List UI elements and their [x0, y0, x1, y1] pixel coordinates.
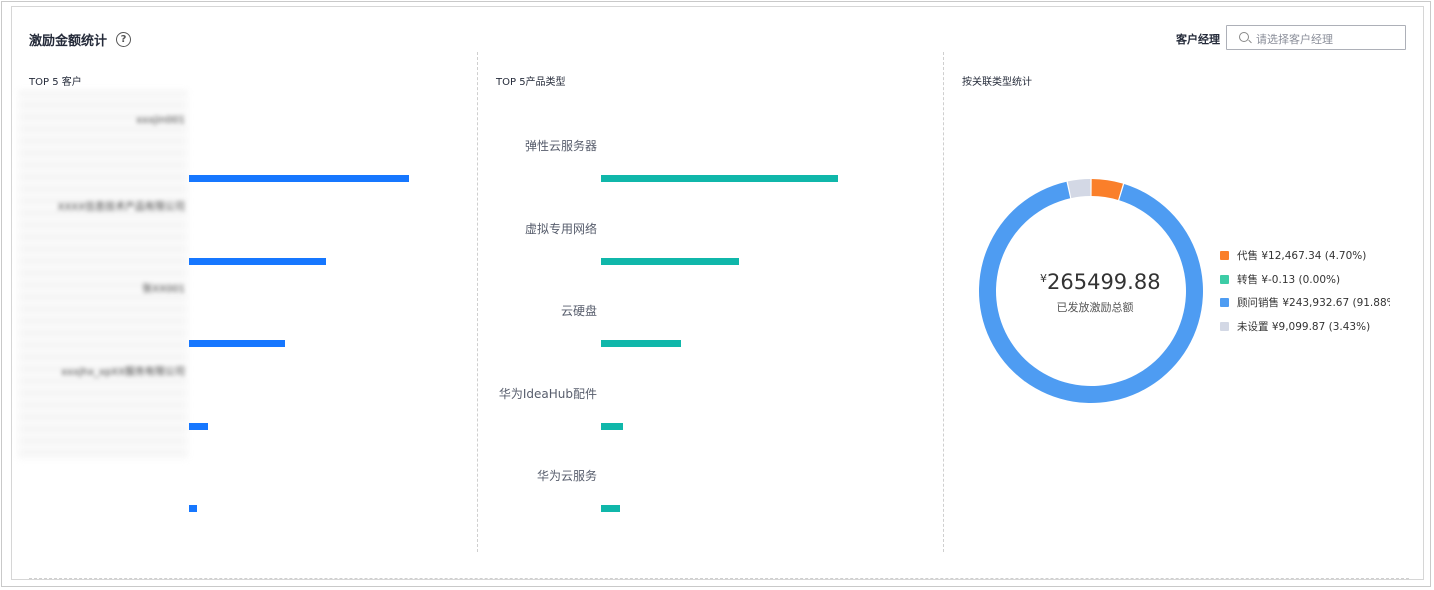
customer-bar[interactable]	[189, 422, 208, 430]
customer-bar[interactable]	[189, 257, 326, 265]
legend-item[interactable]: 未设置 ¥9,099.87 (3.43%)	[1220, 315, 1390, 339]
product-bar[interactable]	[601, 175, 839, 182]
donut-slice[interactable]	[1091, 179, 1123, 200]
divider	[477, 52, 478, 552]
total-amount: ¥265499.88	[1040, 270, 1161, 294]
total-label: 已发放激励总额	[1056, 301, 1134, 314]
customer-label: xxxjin001	[136, 115, 185, 126]
customer-label: 张XX001	[142, 284, 185, 295]
incentive-card	[11, 6, 1424, 580]
product-label: 华为云服务	[536, 469, 597, 483]
total-currency: ¥	[1040, 272, 1047, 285]
manager-label: 客户经理	[1176, 33, 1220, 46]
legend-swatch	[1220, 274, 1229, 284]
manager-placeholder: 请选择客户经理	[1256, 33, 1333, 46]
card-title: 激励金额统计	[29, 34, 108, 49]
relation-title: 按关联类型统计	[962, 77, 1032, 88]
legend-item[interactable]: 转售 ¥-0.13 (0.00%)	[1220, 268, 1390, 292]
legend-text: 未设置 ¥9,099.87 (3.43%)	[1237, 320, 1371, 333]
divider	[29, 578, 1409, 579]
product-bar[interactable]	[601, 340, 682, 347]
legend-item[interactable]: 代售 ¥12,467.34 (4.70%)	[1220, 244, 1390, 268]
customer-bar[interactable]	[189, 175, 409, 182]
donut-legend: 代售 ¥12,467.34 (4.70%) 转售 ¥-0.13 (0.00%) 顾问…	[1220, 244, 1390, 338]
product-bar[interactable]	[601, 257, 739, 265]
legend-text: 代售 ¥12,467.34 (4.70%)	[1237, 250, 1367, 263]
legend-item[interactable]: 顾问销售 ¥243,932.67 (91.88%)	[1220, 291, 1390, 315]
legend-text: 转售 ¥-0.13 (0.00%)	[1237, 273, 1341, 286]
customer-label: xxxjhx_xpXX服务有限公司	[61, 366, 185, 378]
product-bar[interactable]	[601, 505, 621, 512]
blurred-customer-area	[18, 90, 188, 460]
legend-text: 顾问销售 ¥243,932.67 (91.88%)	[1237, 297, 1390, 310]
legend-swatch	[1220, 298, 1229, 308]
legend-swatch	[1220, 321, 1229, 331]
manager-search-input[interactable]: 请选择客户经理	[1226, 25, 1406, 50]
customer-bar[interactable]	[189, 505, 198, 512]
product-label: 云硬盘	[560, 304, 597, 318]
top-customers-title: TOP 5 客户	[29, 77, 82, 88]
product-bar[interactable]	[601, 422, 624, 430]
customer-bar[interactable]	[189, 340, 286, 347]
divider	[943, 52, 944, 552]
top-products-title: TOP 5产品类型	[496, 77, 566, 88]
total-amount-value: 265499.88	[1047, 270, 1161, 294]
question-circle-icon[interactable]: ?	[116, 32, 131, 47]
search-icon	[1239, 32, 1249, 42]
product-label: 虚拟专用网络	[524, 221, 597, 236]
customer-label: XXXX信息技术产品有限公司	[57, 201, 185, 213]
donut-slice[interactable]	[1067, 179, 1091, 199]
product-label: 华为IdeaHub配件	[498, 386, 597, 401]
product-label: 弹性云服务器	[524, 139, 597, 153]
legend-swatch	[1220, 251, 1229, 261]
